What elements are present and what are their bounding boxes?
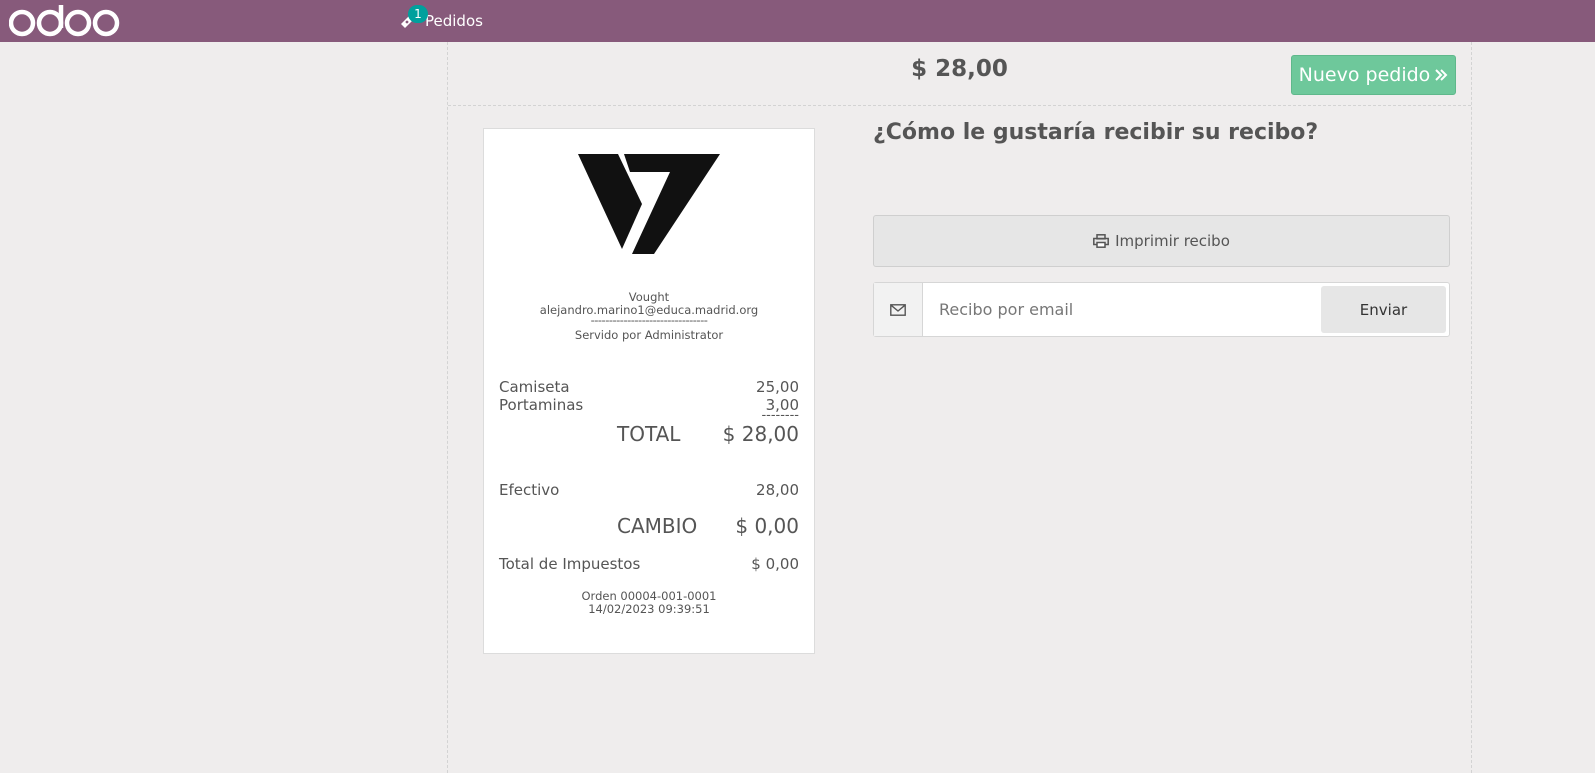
orders-label: Pedidos [425, 12, 483, 30]
email-input[interactable] [924, 283, 1314, 336]
receipt-taxes-row: Total de Impuestos $ 0,00 [499, 555, 799, 573]
receipt-line-name: Camiseta [499, 378, 570, 396]
receipt-separator: -------------------------------- [590, 313, 708, 327]
top-bar: 1 Pedidos [0, 0, 1595, 42]
print-receipt-button[interactable]: Imprimir recibo [873, 215, 1450, 267]
new-order-label: Nuevo pedido [1298, 64, 1431, 86]
receipt-total-value: $ 28,00 [722, 422, 799, 446]
receipt-datetime: 14/02/2023 09:39:51 [588, 602, 710, 616]
new-order-button[interactable]: Nuevo pedido [1291, 55, 1456, 95]
send-email-button[interactable]: Enviar [1321, 286, 1446, 333]
taxes-value: $ 0,00 [751, 555, 799, 573]
screen-header: $ 28,00 Nuevo pedido [448, 42, 1471, 106]
envelope-icon [890, 303, 906, 316]
receipt-line-price: 25,00 [756, 378, 799, 396]
email-addon [874, 283, 923, 336]
taxes-label: Total de Impuestos [499, 555, 641, 573]
payment-method-label: Efectivo [499, 481, 560, 499]
orders-button[interactable]: 1 Pedidos [398, 5, 483, 36]
printer-icon [1093, 234, 1110, 248]
print-receipt-label: Imprimir recibo [1115, 232, 1230, 250]
receipt-subtotal-separator: -------- [761, 408, 799, 423]
receipt-screen: $ 28,00 Nuevo pedido Vought alejandro.ma… [447, 42, 1472, 773]
receipt-total-label: TOTAL [617, 422, 681, 446]
receipt-line: Camiseta 25,00 [499, 378, 799, 396]
orders-count-badge: 1 [408, 5, 428, 23]
payment-amount: 28,00 [756, 481, 799, 499]
receipt-served-by: Servido por Administrator [574, 328, 724, 342]
receipt-question-heading: ¿Cómo le gustaría recibir su recibo? [873, 120, 1319, 145]
receipt-payment-row: Efectivo 28,00 [499, 481, 799, 499]
receipt-preview: Vought alejandro.marino1@educa.madrid.or… [483, 128, 815, 654]
double-chevron-right-icon [1435, 69, 1448, 81]
email-receipt-group: Enviar [873, 282, 1450, 337]
odoo-logo[interactable] [9, 2, 121, 38]
receipt-change-value: $ 0,00 [735, 514, 799, 538]
company-logo [578, 154, 720, 254]
receipt-change-label: CAMBIO [617, 514, 698, 538]
